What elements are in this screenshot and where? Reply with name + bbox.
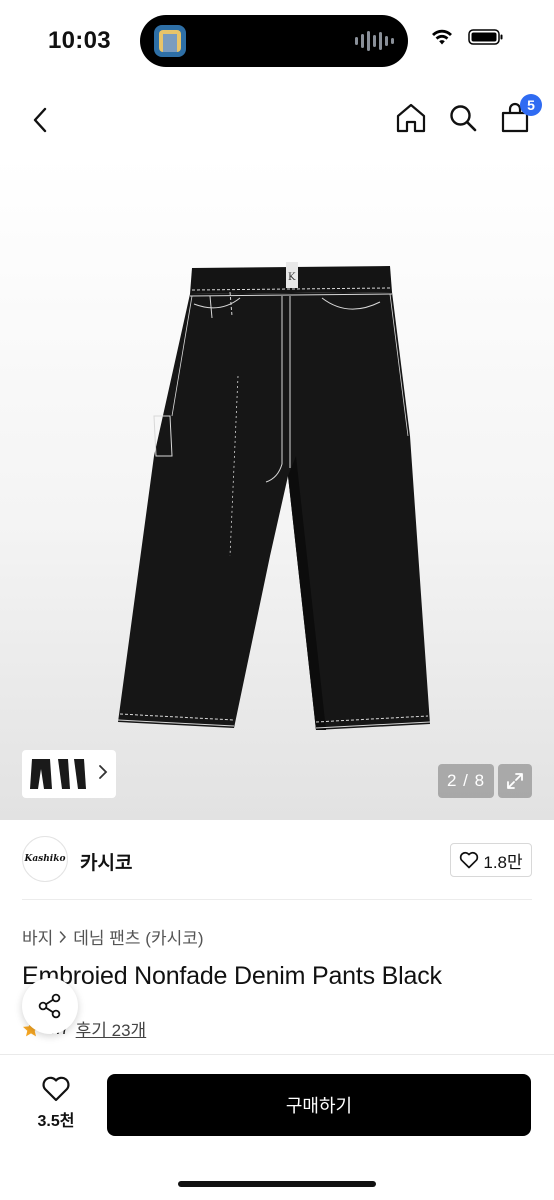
wifi-icon <box>432 29 452 45</box>
wishlist-count: 3.5천 <box>37 1113 75 1130</box>
status-indicators <box>430 28 504 46</box>
chevron-right-icon <box>60 930 67 943</box>
cart-button[interactable]: 5 <box>498 94 542 136</box>
breadcrumb-subcategory[interactable]: 데님 팬츠 (카시코) <box>73 924 203 949</box>
brand-like-count: 1.8만 <box>483 852 523 872</box>
expand-icon <box>507 773 523 789</box>
svg-text:K: K <box>288 272 296 283</box>
expand-image-button[interactable] <box>498 764 532 798</box>
audio-waveform-icon <box>355 31 394 51</box>
review-count-link[interactable]: 후기 23개 <box>76 1016 147 1041</box>
brand-logo[interactable]: Kashiko <box>22 836 68 882</box>
breadcrumb-category[interactable]: 바지 <box>22 924 53 949</box>
chevron-left-icon <box>33 107 47 133</box>
cart-count-badge: 5 <box>520 94 542 116</box>
thumbnail-strip[interactable] <box>22 750 116 798</box>
wishlist-button[interactable]: 3.5천 <box>28 1075 84 1135</box>
brand-name[interactable]: 카시코 <box>80 848 132 875</box>
product-photo-jeans: K <box>117 262 431 730</box>
home-button[interactable] <box>394 100 428 136</box>
status-time: 10:03 <box>48 27 111 54</box>
brand-like-button[interactable]: 1.8만 <box>450 843 532 877</box>
search-icon <box>450 105 477 132</box>
brand-row: Kashiko 카시코 1.8만 <box>22 836 532 884</box>
heart-icon <box>42 1076 70 1102</box>
gallery-page-indicator: 2 / 8 <box>438 764 494 798</box>
top-navigation: 5 <box>0 84 554 156</box>
now-playing-app-icon <box>154 25 186 57</box>
bottom-action-bar: 3.5천 구매하기 <box>0 1054 554 1200</box>
header-actions: 5 <box>394 94 542 136</box>
back-button[interactable] <box>22 102 58 138</box>
buy-button[interactable]: 구매하기 <box>107 1074 531 1136</box>
battery-icon <box>468 29 503 45</box>
share-icon <box>38 993 61 1019</box>
divider <box>22 899 532 900</box>
search-button[interactable] <box>446 100 480 136</box>
brand-logo-text: Kashiko <box>24 854 66 864</box>
chevron-right-icon <box>99 765 108 779</box>
breadcrumb: 바지 데님 팬츠 (카시코) <box>22 924 204 949</box>
heart-icon <box>460 851 479 869</box>
status-bar: 10:03 <box>0 0 554 84</box>
product-title: Embroied Nonfade Denim Pants Black <box>22 962 442 990</box>
product-image-gallery[interactable]: K 2 / 8 <box>0 156 554 820</box>
home-indicator[interactable] <box>178 1181 376 1187</box>
share-button[interactable] <box>22 978 78 1034</box>
dynamic-island[interactable] <box>140 15 408 67</box>
thumbnail-jeans-icon <box>30 759 86 789</box>
home-icon <box>396 103 426 133</box>
